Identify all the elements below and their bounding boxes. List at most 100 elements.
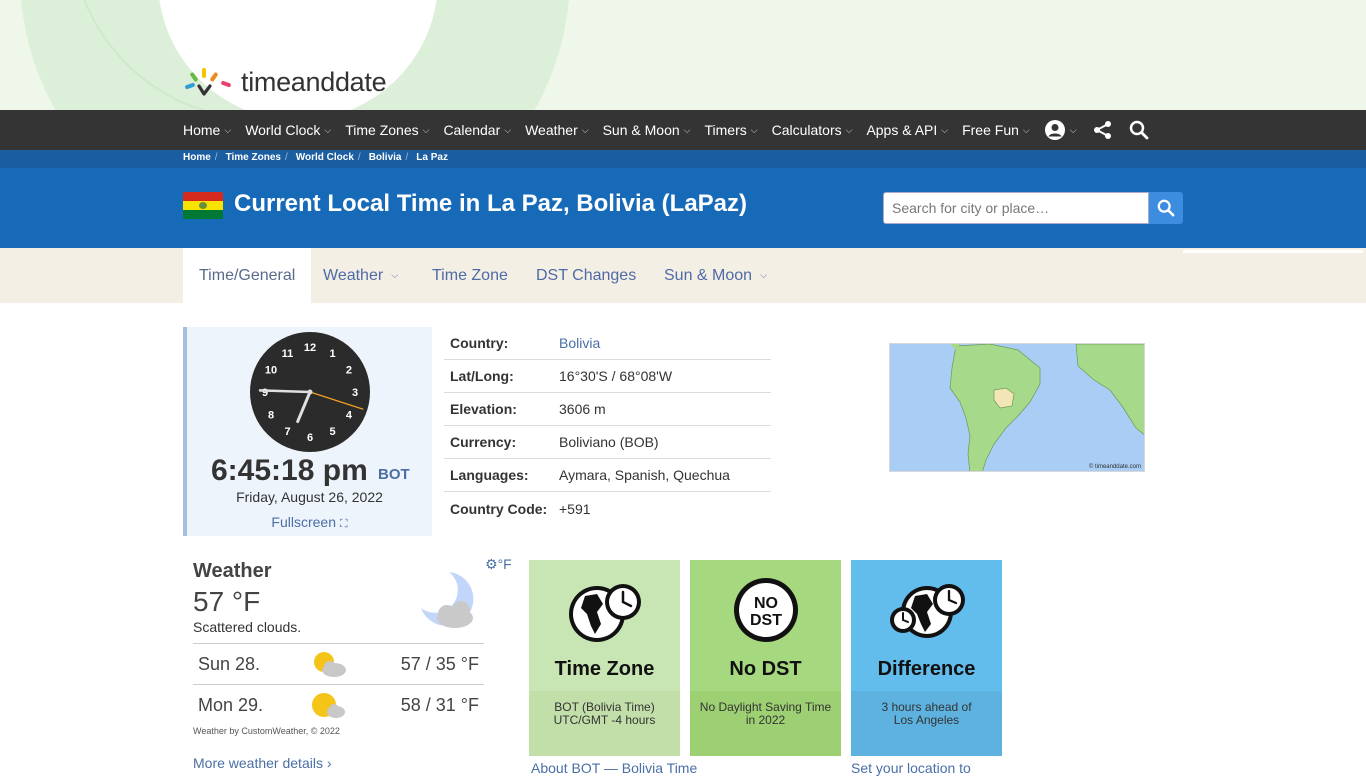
nav-item-time-zones[interactable]: Time Zones ⌵ <box>345 122 429 138</box>
partly-cloudy-icon <box>314 652 346 677</box>
tab-sun-moon[interactable]: Sun & Moon ⌵ <box>664 248 767 303</box>
user-account-icon <box>1044 120 1065 140</box>
clock-number: 8 <box>268 410 274 422</box>
moon-cloud-icon <box>421 572 474 628</box>
forecast-temps: 57 / 35 °F <box>400 654 479 674</box>
breadcrumb-item[interactable]: World Clock / <box>296 152 361 163</box>
tile-time-zone[interactable]: Time Zone BOT (Bolivia Time) UTC/GMT -4 … <box>529 560 680 756</box>
forecast-row[interactable]: Mon 29. 58 / 31 °F <box>193 684 484 725</box>
breadcrumb-item[interactable]: Bolivia / <box>369 152 409 163</box>
info-key: Languages: <box>450 467 529 483</box>
breadcrumb-item[interactable]: Time Zones / <box>226 152 288 163</box>
current-temperature: 57 °F <box>193 586 261 617</box>
weather-credit: Weather by CustomWeather, © 2022 <box>193 726 340 736</box>
nav-item-weather[interactable]: Weather ⌵ <box>525 122 589 138</box>
fullscreen-link[interactable]: Fullscreen ⛶ <box>187 514 432 531</box>
section-tabs: Time/General Weather ⌵ Time Zone DST Chan… <box>0 248 1366 303</box>
breadcrumb-separator: / <box>214 152 218 163</box>
unit-toggle[interactable]: ⚙°F <box>485 556 512 573</box>
nav-label: World Clock <box>245 122 321 138</box>
current-date: Friday, August 26, 2022 <box>236 489 383 505</box>
table-row: Country: Bolivia <box>444 327 771 360</box>
search-input[interactable] <box>883 192 1149 224</box>
nav-search-button[interactable] <box>1129 120 1149 140</box>
account-menu[interactable]: ⌵ <box>1044 119 1077 141</box>
breadcrumb-label: Home <box>183 152 211 163</box>
about-bot-link[interactable]: About BOT — Bolivia Time <box>531 760 697 776</box>
location-info-table: Country: Bolivia Lat/Long: 16°30'S / 68°08… <box>444 327 771 525</box>
table-row: Currency: Boliviano (BOB) <box>444 426 771 459</box>
tile-no-dst[interactable]: NO DST No DST No Daylight Saving Time in… <box>690 560 841 756</box>
site-logo[interactable]: timeanddate <box>183 66 387 98</box>
search-icon <box>1157 199 1175 217</box>
nav-item-free-fun[interactable]: Free Fun ⌵ <box>962 122 1030 138</box>
share-icon <box>1093 121 1111 139</box>
tile-line: Los Angeles <box>893 713 960 727</box>
nav-item-timers[interactable]: Timers ⌵ <box>704 122 757 138</box>
tile-upper: NO DST No DST <box>690 560 841 691</box>
tile-upper: Time Zone <box>529 560 680 691</box>
nav-item-home[interactable]: Home ⌵ <box>183 122 231 138</box>
breadcrumb-separator: / <box>405 152 409 163</box>
timezone-abbr[interactable]: BOT <box>378 466 410 483</box>
top-banner: timeanddate <box>0 0 1366 110</box>
more-weather-link[interactable]: More weather details › <box>193 755 332 771</box>
clock-minute-hand <box>258 389 312 394</box>
table-row: Languages: Aymara, Spanish, Quechua <box>444 459 771 492</box>
breadcrumb-item[interactable]: Home / <box>183 152 218 163</box>
bolivia-flag-icon <box>183 192 223 219</box>
place-search <box>883 192 1183 224</box>
nav-label: Weather <box>525 122 578 138</box>
clock-number: 10 <box>265 365 277 377</box>
nav-label: Calendar <box>443 122 501 138</box>
tile-difference[interactable]: Difference 3 hours ahead of Los Angeles <box>851 560 1002 756</box>
chevron-down-icon: ⌵ <box>941 124 949 135</box>
breadcrumb-label: Bolivia <box>368 152 402 163</box>
headline-bar: Current Local Time in La Paz, Bolivia (L… <box>0 168 1366 248</box>
nav-item-calculators[interactable]: Calculators ⌵ <box>772 122 853 138</box>
tab-label: Weather <box>323 266 384 284</box>
clock-number: 5 <box>329 426 335 438</box>
clock-number: 7 <box>284 426 290 438</box>
more-weather-label: More weather details <box>193 755 323 771</box>
tile-title: Difference <box>877 658 976 680</box>
forecast-day: Sun 28. <box>198 654 261 674</box>
clock-number: 12 <box>304 342 316 354</box>
info-key: Country: <box>450 335 509 351</box>
set-location-link[interactable]: Set your location to <box>851 760 971 776</box>
chevron-right-icon: › <box>326 755 332 771</box>
location-map[interactable]: © timeanddate.com <box>889 343 1145 472</box>
tab-time-zone[interactable]: Time Zone <box>432 248 508 303</box>
clock-number: 11 <box>282 348 294 360</box>
tab-time-general[interactable]: Time/General <box>183 248 312 303</box>
share-button[interactable] <box>1093 120 1113 140</box>
gear-icon: ⚙ <box>485 556 498 572</box>
info-value: +591 <box>559 500 591 517</box>
search-icon <box>1129 120 1148 140</box>
breadcrumb-separator: / <box>357 152 361 163</box>
table-row: Elevation: 3606 m <box>444 393 771 426</box>
nav-item-world-clock[interactable]: World Clock ⌵ <box>245 122 331 138</box>
analog-clock: 121234567891011 <box>250 332 370 452</box>
search-button[interactable] <box>1149 192 1183 224</box>
local-time-panel: 12 1 2 3 4 5 6 7 8 9 10 11 6:45:18 pm BOT Friday, A… <box>183 327 432 536</box>
nav-item-calendar[interactable]: Calendar ⌵ <box>443 122 511 138</box>
tab-dst-changes[interactable]: DST Changes <box>536 248 636 303</box>
clock-number: 6 <box>307 432 313 444</box>
chevron-down-icon: ⌵ <box>1069 124 1077 135</box>
tab-weather[interactable]: Weather ⌵ <box>323 248 398 303</box>
country-link[interactable]: Bolivia <box>559 335 600 351</box>
info-value: Aymara, Spanish, Quechua <box>559 467 730 483</box>
table-row: Country Code: +591 <box>444 492 771 525</box>
nav-item-apps-api[interactable]: Apps & API ⌵ <box>866 122 948 138</box>
tile-line: UTC/GMT -4 hours <box>553 713 656 727</box>
info-key: Currency: <box>450 434 517 450</box>
nav-item-sun-moon[interactable]: Sun & Moon ⌵ <box>603 122 691 138</box>
info-key: Lat/Long: <box>450 368 514 384</box>
nav-label: Timers <box>704 122 747 138</box>
clock-number: 1 <box>329 348 335 360</box>
forecast-row[interactable]: Sun 28. 57 / 35 °F <box>193 643 484 684</box>
page-title: Current Local Time in La Paz, Bolivia (L… <box>234 190 748 217</box>
main-nav: Home ⌵ World Clock ⌵ Time Zones ⌵ Calendar ⌵… <box>0 110 1366 150</box>
fullscreen-label: Fullscreen <box>271 514 336 530</box>
